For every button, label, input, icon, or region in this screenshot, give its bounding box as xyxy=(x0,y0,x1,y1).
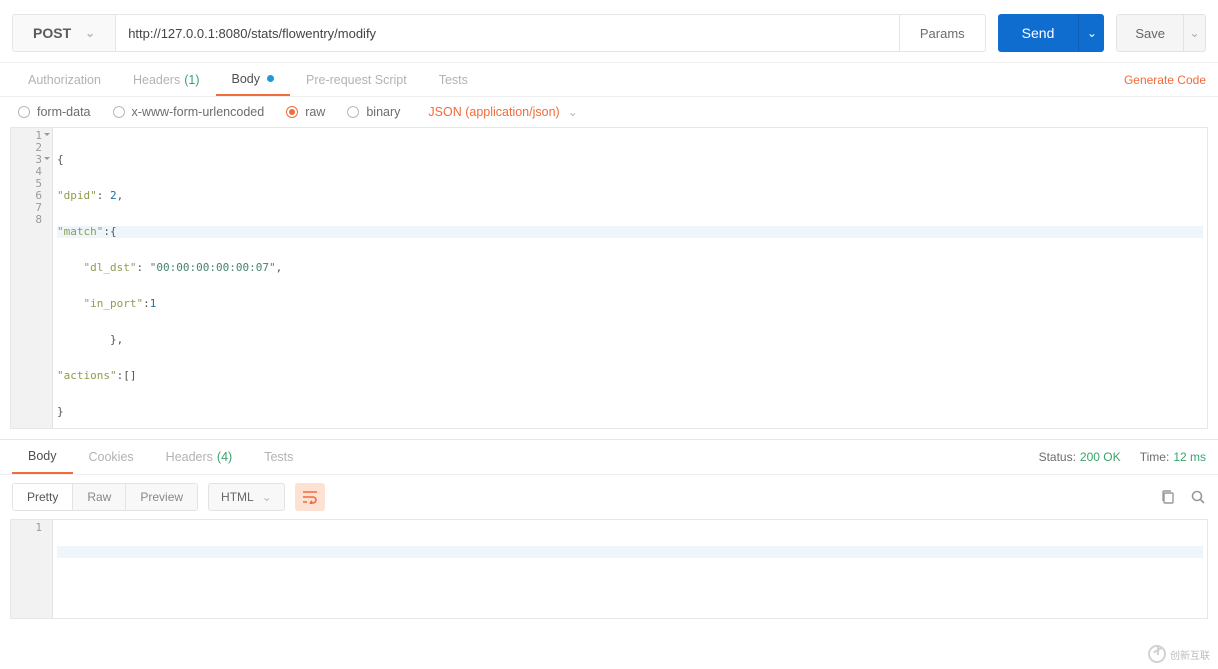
wrap-icon xyxy=(302,490,318,504)
watermark-logo-icon xyxy=(1148,645,1166,663)
response-format-select[interactable]: HTML ⌄ xyxy=(208,483,285,511)
radio-urlencoded[interactable] xyxy=(113,106,125,118)
resp-tab-tests[interactable]: Tests xyxy=(248,440,309,474)
radio-form-data[interactable] xyxy=(18,106,30,118)
tab-headers[interactable]: Headers (1) xyxy=(117,63,216,96)
resp-editor-gutter: 1 xyxy=(11,520,53,618)
send-button[interactable]: Send xyxy=(998,14,1079,52)
search-icon[interactable] xyxy=(1190,489,1206,505)
radio-raw[interactable] xyxy=(286,106,298,118)
tab-authorization[interactable]: Authorization xyxy=(12,63,117,96)
view-mode-segment: Pretty Raw Preview xyxy=(12,483,198,511)
headers-count: (1) xyxy=(184,73,199,87)
resp-headers-count: (4) xyxy=(217,450,232,464)
tab-prerequest[interactable]: Pre-request Script xyxy=(290,63,423,96)
content-type-select[interactable]: JSON (application/json) ⌄ xyxy=(428,105,577,119)
chevron-down-icon: ⌄ xyxy=(85,26,95,40)
view-preview[interactable]: Preview xyxy=(126,484,197,510)
editor-gutter: 1 2 3 4 5 6 7 8 xyxy=(11,128,53,428)
params-button[interactable]: Params xyxy=(900,14,986,52)
watermark: 创新互联 xyxy=(1148,645,1210,663)
copy-icon[interactable] xyxy=(1160,489,1176,505)
tab-body[interactable]: Body xyxy=(216,63,291,96)
radio-binary[interactable] xyxy=(347,106,359,118)
resp-code-area[interactable] xyxy=(53,520,1207,618)
resp-tab-body[interactable]: Body xyxy=(12,440,73,474)
tab-tests[interactable]: Tests xyxy=(423,63,484,96)
view-raw[interactable]: Raw xyxy=(73,484,126,510)
response-body-editor[interactable]: 1 xyxy=(10,519,1208,619)
url-value: http://127.0.0.1:8080/stats/flowentry/mo… xyxy=(128,26,376,41)
chevron-down-icon: ⌄ xyxy=(1189,26,1199,40)
chevron-down-icon: ⌄ xyxy=(568,105,578,119)
url-input[interactable]: http://127.0.0.1:8080/stats/flowentry/mo… xyxy=(116,14,900,52)
http-method-value: POST xyxy=(33,25,71,41)
chevron-down-icon: ⌄ xyxy=(262,490,272,504)
body-modified-dot-icon xyxy=(267,75,274,82)
http-method-select[interactable]: POST ⌄ xyxy=(12,14,116,52)
chevron-down-icon: ⌄ xyxy=(1087,26,1097,40)
save-dropdown[interactable]: ⌄ xyxy=(1184,14,1206,52)
resp-tab-headers[interactable]: Headers (4) xyxy=(150,440,249,474)
generate-code-link[interactable]: Generate Code xyxy=(1124,73,1206,87)
resp-tab-cookies[interactable]: Cookies xyxy=(73,440,150,474)
request-body-editor[interactable]: 1 2 3 4 5 6 7 8 { "dpid": 2, "match":{ "… xyxy=(10,127,1208,429)
code-area[interactable]: { "dpid": 2, "match":{ "dl_dst": "00:00:… xyxy=(53,128,1207,428)
response-status: Status:200 OK Time:12 ms xyxy=(1039,450,1206,464)
send-dropdown[interactable]: ⌄ xyxy=(1078,14,1104,52)
view-pretty[interactable]: Pretty xyxy=(13,484,73,510)
save-button[interactable]: Save xyxy=(1116,14,1184,52)
wrap-lines-button[interactable] xyxy=(295,483,325,511)
